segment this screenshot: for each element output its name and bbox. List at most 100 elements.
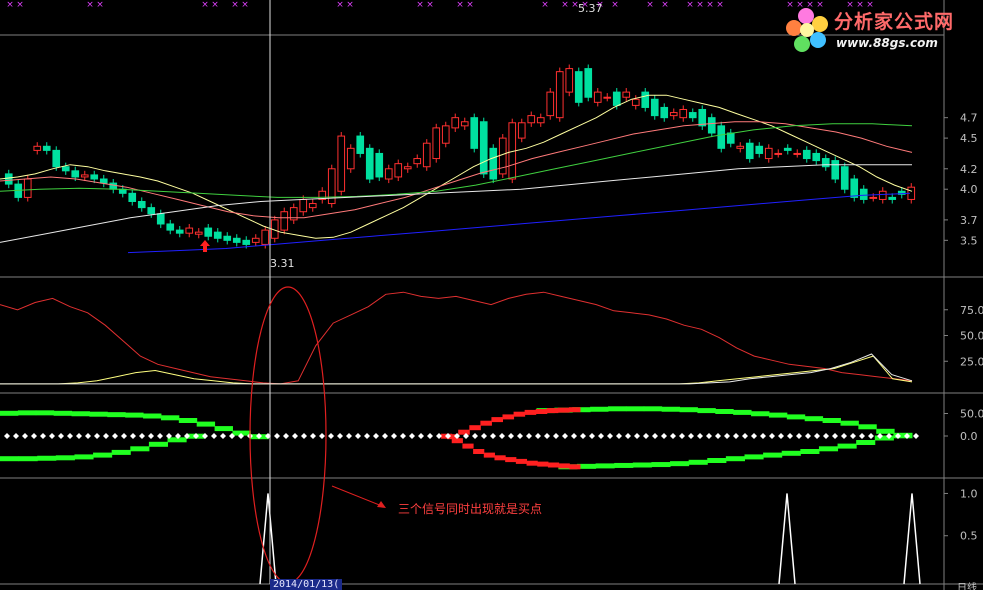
candle-body [679, 108, 688, 119]
zero-diamond-mark [508, 433, 514, 439]
band-step [625, 406, 645, 412]
zero-diamond-mark [400, 433, 406, 439]
y-tick-label: 50.0 [960, 408, 983, 421]
candle-body [384, 168, 393, 180]
signal-spike [903, 493, 921, 585]
band-step [763, 452, 783, 458]
zero-diamond-mark [85, 433, 91, 439]
band-step [643, 406, 663, 412]
zero-diamond-mark [346, 433, 352, 439]
zero-diamond-mark [832, 433, 838, 439]
band-step [546, 408, 559, 414]
band-step [160, 415, 180, 421]
signal-star-mark: × [416, 0, 424, 10]
zero-diamond-mark [616, 433, 622, 439]
band-step [651, 462, 671, 468]
candle-body [555, 71, 564, 119]
zero-diamond-mark [418, 433, 424, 439]
band-step [18, 456, 38, 462]
band-step [632, 462, 652, 468]
candle-body [783, 147, 792, 151]
band-step [0, 410, 19, 416]
y-tick-label: 0.0 [960, 430, 978, 443]
band-step [71, 411, 90, 417]
candle-body [546, 91, 555, 117]
zero-diamond-mark [562, 433, 568, 439]
indicator-line [0, 291, 913, 385]
chart-window: × × × × × × × × × × × × × × × × × × × × × × × × × × × × × × × × × 4.7 4.5 4… [0, 0, 983, 590]
candle-body [156, 213, 165, 225]
zero-diamond-mark [472, 433, 478, 439]
candle-body [631, 98, 640, 106]
band-step [661, 406, 681, 412]
candle-body [52, 149, 61, 168]
band-step [614, 462, 634, 468]
zero-diamond-mark [706, 433, 712, 439]
candle-body [204, 227, 213, 237]
zero-diamond-mark [868, 433, 874, 439]
zero-diamond-mark [634, 433, 640, 439]
candle-body [479, 121, 488, 175]
zero-diamond-mark [697, 433, 703, 439]
signal-star-mark: × [706, 0, 714, 10]
candle-body [565, 68, 574, 93]
annotation-arrow [331, 485, 383, 507]
zero-diamond-mark [292, 433, 298, 439]
band-step [858, 424, 877, 430]
moving-average-line [0, 123, 913, 198]
signal-spike [259, 493, 277, 585]
candle-body [451, 117, 460, 129]
band-step [590, 406, 609, 412]
band-step [502, 414, 515, 420]
zero-diamond-mark [382, 433, 388, 439]
signal-star-mark: × [646, 0, 654, 10]
band-step [568, 407, 581, 413]
band-step [491, 417, 503, 423]
signal-star-mark: × [716, 0, 724, 10]
zero-diamond-mark [310, 433, 316, 439]
candle-body [622, 91, 631, 98]
band-step [715, 409, 734, 414]
signal-star-mark: × [86, 0, 94, 10]
y-tick-label: 4.5 [960, 132, 978, 145]
zero-diamond-mark [67, 433, 73, 439]
zero-diamond-mark [391, 433, 397, 439]
band-step [688, 459, 708, 465]
signal-star-mark: × [241, 0, 249, 10]
zero-diamond-mark [778, 433, 784, 439]
signal-star-mark: × [466, 0, 474, 10]
candle-body [793, 152, 802, 155]
candle-body [774, 152, 783, 155]
zero-diamond-mark [733, 433, 739, 439]
candle-body [660, 106, 669, 119]
zero-diamond-mark [139, 433, 145, 439]
zero-diamond-mark [769, 433, 775, 439]
candle-body [90, 174, 99, 180]
candle-body [707, 117, 716, 134]
signal-star-mark: × [211, 0, 219, 10]
zero-diamond-mark [607, 433, 613, 439]
candle-body [346, 147, 355, 170]
zero-diamond-mark [679, 433, 685, 439]
candle-body [128, 192, 137, 202]
candle-body [99, 178, 108, 184]
band-step [840, 420, 859, 426]
band-step [725, 456, 745, 462]
zero-diamond-mark [481, 433, 487, 439]
candle-body [137, 200, 146, 209]
band-step [37, 455, 57, 461]
zero-diamond-mark [130, 433, 136, 439]
candle-body [337, 135, 346, 192]
signal-spike [778, 493, 796, 585]
band-step [214, 426, 233, 432]
zero-diamond-mark [715, 433, 721, 439]
band-step [55, 455, 75, 461]
band-step [537, 461, 549, 467]
band-step [876, 428, 895, 434]
candle-body [232, 237, 241, 243]
candle-body [394, 163, 403, 178]
y-tick-label: 3.5 [960, 234, 978, 247]
candle-body [584, 68, 593, 98]
band-step [17, 410, 37, 416]
candle-body [755, 145, 764, 154]
